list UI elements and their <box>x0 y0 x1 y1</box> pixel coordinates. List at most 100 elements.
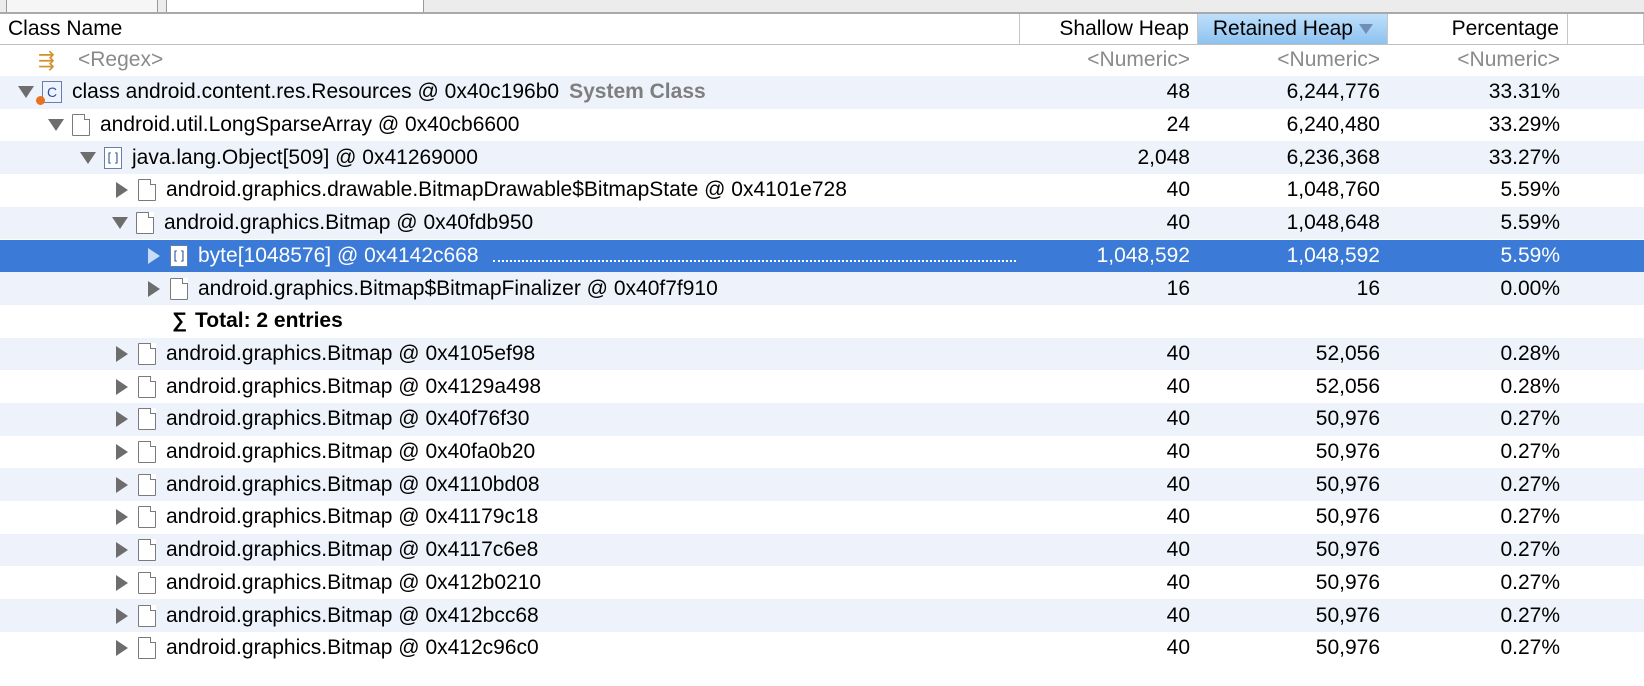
retained-value: 1,048,760 <box>1286 178 1380 202</box>
table-row[interactable]: android.graphics.Bitmap @ 0x41179c18 40 … <box>0 501 1644 534</box>
header-retained-heap[interactable]: Retained Heap <box>1198 14 1388 44</box>
table-row[interactable]: android.graphics.Bitmap @ 0x4110bd08 40 … <box>0 468 1644 502</box>
table-row[interactable]: android.graphics.Bitmap @ 0x4105ef98 40 … <box>0 337 1644 371</box>
expand-toggle-icon[interactable] <box>116 574 128 591</box>
percentage-value: 0.27% <box>1500 603 1560 627</box>
table-row[interactable]: android.util.LongSparseArray @ 0x40cb660… <box>0 109 1644 142</box>
header-class-name[interactable]: Class Name <box>0 14 1020 44</box>
system-class-tag: System Class <box>569 80 706 104</box>
shallow-value: 24 <box>1166 113 1190 137</box>
shallow-filter-input[interactable]: <Numeric> <box>1020 44 1198 77</box>
shallow-value: 2,048 <box>1137 145 1190 169</box>
object-label: android.graphics.Bitmap @ 0x412c96c0 <box>166 636 539 660</box>
retained-value: 6,240,480 <box>1286 113 1380 137</box>
editor-tab-active[interactable] <box>166 0 424 12</box>
total-row: ∑ Total: 2 entries <box>0 305 1644 338</box>
retained-filter-input[interactable]: <Numeric> <box>1198 44 1388 77</box>
table-row[interactable]: android.graphics.Bitmap @ 0x4129a498 40 … <box>0 370 1644 403</box>
table-header: Class Name Shallow Heap Retained Heap Pe… <box>0 14 1644 45</box>
shallow-value: 40 <box>1166 211 1190 235</box>
object-label: android.graphics.drawable.BitmapDrawable… <box>166 178 847 202</box>
table-row[interactable]: Cclass android.content.res.Resources @ 0… <box>0 76 1644 109</box>
table-row[interactable]: android.graphics.Bitmap @ 0x412c96c0 40 … <box>0 632 1644 665</box>
object-icon <box>136 212 154 235</box>
shallow-value: 16 <box>1166 276 1190 300</box>
retained-value: 50,976 <box>1315 440 1380 464</box>
expand-toggle-icon[interactable] <box>116 444 128 461</box>
table-row[interactable]: android.graphics.Bitmap @ 0x40f76f30 40 … <box>0 403 1644 436</box>
percentage-value: 0.27% <box>1500 636 1560 660</box>
retained-value: 6,244,776 <box>1286 80 1380 104</box>
object-label: android.graphics.Bitmap @ 0x412bcc68 <box>166 603 539 627</box>
expand-toggle-icon[interactable] <box>116 640 128 657</box>
filter-placeholder: <Numeric> <box>1087 48 1190 72</box>
expand-toggle-icon[interactable] <box>116 345 128 362</box>
class-icon: C <box>36 81 62 106</box>
table-row[interactable]: [] java.lang.Object[509] @ 0x41269000 2,0… <box>0 141 1644 175</box>
object-label: java.lang.Object[509] @ 0x41269000 <box>132 145 478 169</box>
percentage-value: 0.27% <box>1500 538 1560 562</box>
object-icon <box>138 571 156 594</box>
retained-value: 50,976 <box>1315 538 1380 562</box>
table-row[interactable]: android.graphics.Bitmap @ 0x412bcc68 40 … <box>0 599 1644 632</box>
filter-placeholder: <Numeric> <box>1457 48 1560 72</box>
table-row[interactable]: android.graphics.drawable.BitmapDrawable… <box>0 174 1644 207</box>
shallow-value: 40 <box>1166 374 1190 398</box>
object-icon <box>170 277 188 300</box>
expand-toggle-icon[interactable] <box>116 411 128 428</box>
object-label: class android.content.res.Resources @ 0x… <box>72 80 560 104</box>
header-percentage[interactable]: Percentage <box>1388 14 1568 44</box>
expand-toggle-icon[interactable] <box>116 378 128 395</box>
percentage-filter-input[interactable]: <Numeric> <box>1388 44 1568 77</box>
expand-toggle-icon[interactable] <box>148 280 160 297</box>
header-label: Class Name <box>8 17 123 40</box>
table-row[interactable]: android.graphics.Bitmap$BitmapFinalizer … <box>0 272 1644 305</box>
table-row[interactable]: android.graphics.Bitmap @ 0x4117c6e8 40 … <box>0 533 1644 567</box>
percentage-value: 0.27% <box>1500 505 1560 529</box>
object-label: android.graphics.Bitmap @ 0x40f76f30 <box>166 407 530 431</box>
expand-toggle-icon[interactable] <box>48 119 64 132</box>
object-icon <box>72 114 90 137</box>
expand-toggle-icon[interactable] <box>116 542 128 559</box>
object-label: android.util.LongSparseArray @ 0x40cb660… <box>100 113 520 137</box>
header-shallow-heap[interactable]: Shallow Heap <box>1020 14 1198 44</box>
array-icon: [] <box>170 244 188 267</box>
shallow-value: 1,048,592 <box>1096 243 1190 267</box>
expand-toggle-icon[interactable] <box>112 217 128 230</box>
object-icon <box>138 375 156 398</box>
table-row[interactable]: android.graphics.Bitmap @ 0x40fa0b20 40 … <box>0 436 1644 469</box>
expand-toggle-icon[interactable] <box>80 151 96 164</box>
object-icon <box>138 473 156 496</box>
retained-value: 1,048,592 <box>1286 243 1380 267</box>
total-label: Total: 2 entries <box>194 309 343 333</box>
shallow-value: 40 <box>1166 341 1190 365</box>
expand-toggle-icon[interactable] <box>116 607 128 624</box>
table-row[interactable]: android.graphics.Bitmap @ 0x40fdb950 40 … <box>0 206 1644 240</box>
expand-toggle-icon[interactable] <box>18 86 34 99</box>
percentage-value: 33.31% <box>1488 80 1560 104</box>
expand-toggle-icon[interactable] <box>148 247 160 264</box>
object-label: android.graphics.Bitmap @ 0x40fa0b20 <box>166 440 536 464</box>
expand-toggle-icon[interactable] <box>116 509 128 526</box>
retained-value: 50,976 <box>1315 505 1380 529</box>
object-label: android.graphics.Bitmap @ 0x4117c6e8 <box>166 538 539 562</box>
table-row-selected[interactable]: [] byte[1048576] @ 0x4142c668 1,048,592 1… <box>0 239 1644 273</box>
editor-tab[interactable] <box>6 0 158 12</box>
retained-value: 6,236,368 <box>1286 145 1380 169</box>
editor-tab-strip <box>0 0 1644 14</box>
filter-row: ⇶ <Regex> <Numeric> <Numeric> <Numeric> <box>0 44 1644 77</box>
filter-placeholder: <Regex> <box>78 48 164 72</box>
regex-filter-input[interactable]: ⇶ <Regex> <box>0 44 1020 77</box>
percentage-value: 5.59% <box>1500 211 1560 235</box>
shallow-value: 40 <box>1166 636 1190 660</box>
retained-value: 50,976 <box>1315 472 1380 496</box>
percentage-value: 0.00% <box>1500 276 1560 300</box>
expand-toggle-icon[interactable] <box>116 476 128 493</box>
percentage-value: 0.27% <box>1500 472 1560 496</box>
object-label: android.graphics.Bitmap @ 0x40fdb950 <box>164 211 534 235</box>
retained-value: 52,056 <box>1315 374 1380 398</box>
table-row[interactable]: android.graphics.Bitmap @ 0x412b0210 40 … <box>0 567 1644 600</box>
percentage-value: 33.27% <box>1488 145 1560 169</box>
object-label: android.graphics.Bitmap @ 0x4110bd08 <box>166 472 540 496</box>
expand-toggle-icon[interactable] <box>116 182 128 199</box>
